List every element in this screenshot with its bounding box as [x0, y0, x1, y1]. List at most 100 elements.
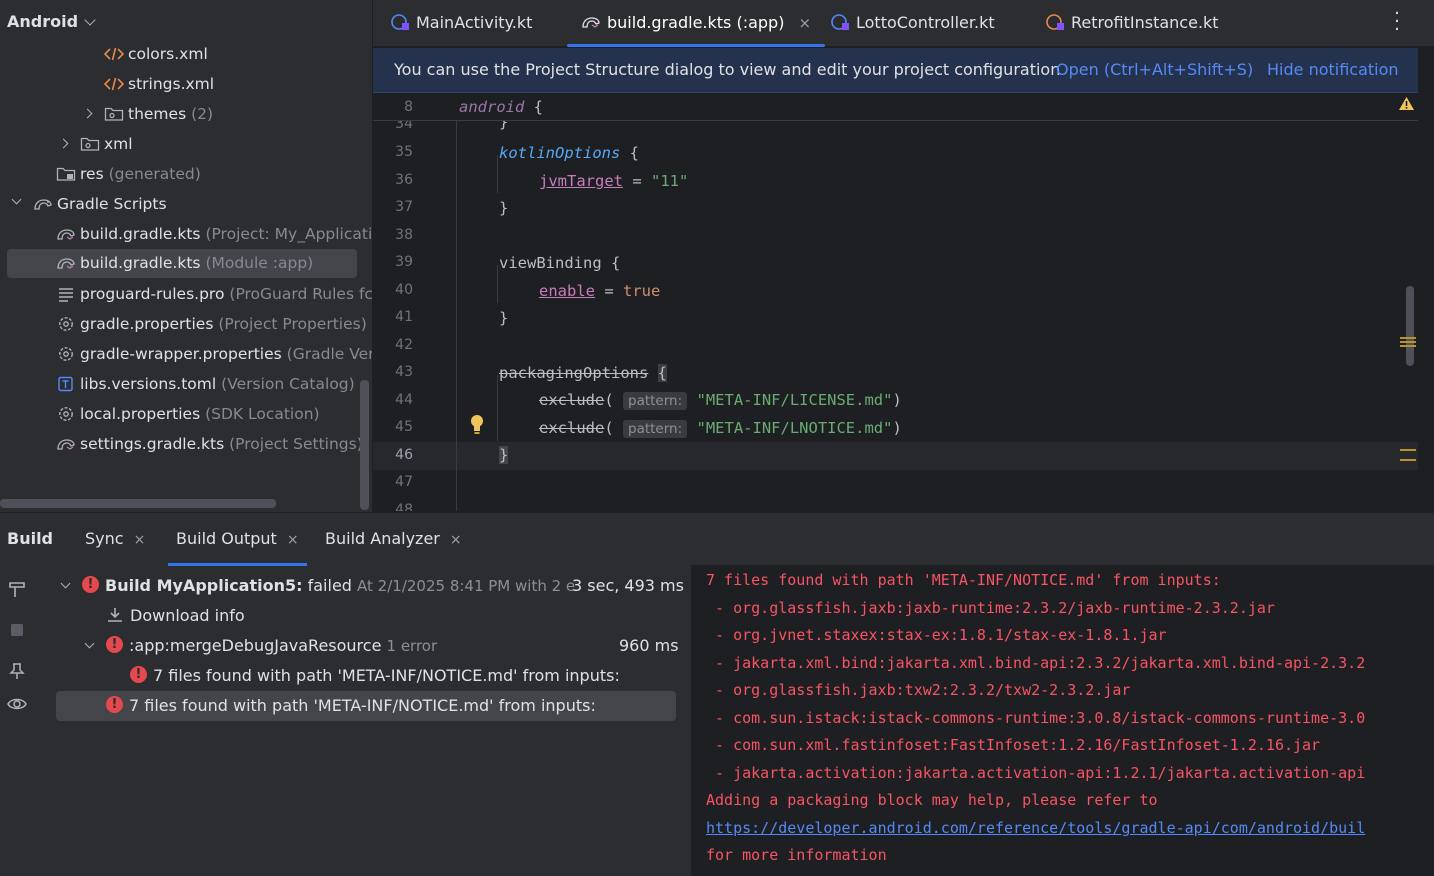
hide-notification-link[interactable]: Hide notification [1267, 48, 1399, 92]
tree-item-label: strings.xml [128, 75, 215, 93]
tab-mainactivity[interactable]: MainActivity.kt [390, 0, 532, 47]
line-number: 43 [395, 364, 413, 380]
horizontal-scrollbar[interactable] [0, 499, 276, 508]
collapse-arrow-icon[interactable] [11, 194, 22, 205]
collapse-arrow-icon[interactable] [60, 578, 71, 589]
code-string: "META-INF/LNOTICE.md" [696, 419, 893, 437]
tree-item-build-gradle-project[interactable]: build.gradle.kts (Project: My_Applicati [56, 221, 372, 247]
tree-item-gradle-properties[interactable]: gradle.properties (Project Properties) [56, 311, 367, 337]
tab-build-analyzer[interactable]: Build Analyzer × [325, 513, 462, 566]
tab-lottocontroller[interactable]: LottoController.kt [830, 0, 995, 47]
build-root-label: Build MyApplication5: [105, 576, 303, 595]
error-icon: ! [130, 666, 147, 683]
folder-icon [80, 137, 100, 151]
editor-tab-bar: MainActivity.kt build.gradle.kts (:app) ×… [373, 0, 1434, 47]
sticky-code-line: android { [459, 98, 543, 116]
error-icon: ! [106, 636, 123, 653]
download-info-label: Download info [130, 606, 245, 625]
tree-item-local-properties[interactable]: local.properties (SDK Location) [56, 401, 320, 427]
code-line-36: jvmTarget = "11" [539, 172, 689, 190]
tree-item-settings-gradle[interactable]: settings.gradle.kts (Project Settings) [56, 431, 363, 457]
download-info-row[interactable]: Download info [106, 601, 245, 631]
tab-build-gradle-app[interactable]: build.gradle.kts (:app) × [567, 0, 826, 47]
gradle-icon [57, 438, 75, 450]
output-line: - org.jvnet.staxex:stax-ex:1.8.1/stax-ex… [706, 626, 1167, 644]
tree-item-res-generated[interactable]: res (generated) [56, 161, 201, 187]
warning-icon[interactable] [1398, 96, 1415, 111]
error-row-selected[interactable]: ! 7 files found with path 'META-INF/NOTIC… [56, 691, 676, 721]
open-project-structure-link[interactable]: Open (Ctrl+Alt+Shift+S) [1056, 48, 1253, 92]
sticky-scope-header[interactable]: 8 android { [373, 93, 1418, 121]
tree-item-proguard-rules[interactable]: proguard-rules.pro (ProGuard Rules fc [56, 281, 372, 307]
task-duration: 960 ms [619, 636, 679, 655]
line-number: 41 [395, 309, 413, 325]
build-side-toolbar [0, 565, 34, 876]
more-tabs-icon[interactable]: · · · [1394, 5, 1400, 39]
close-icon[interactable]: × [798, 14, 811, 32]
warning-marker[interactable] [1400, 345, 1416, 347]
kotlin-class-icon [1046, 13, 1064, 30]
project-view-label: Android [7, 12, 79, 31]
project-view-selector[interactable]: Android [7, 12, 96, 31]
warning-marker[interactable] [1400, 341, 1416, 343]
stop-icon[interactable] [7, 620, 27, 640]
warning-marker[interactable] [1400, 337, 1416, 339]
code-editor[interactable]: 34 35 36 37 38 39 40 41 42 43 44 45 46 4… [373, 93, 1418, 511]
xml-file-icon [104, 77, 124, 90]
code-function: kotlinOptions [499, 144, 621, 162]
tab-retrofitinstance[interactable]: RetrofitInstance.kt [1045, 0, 1219, 47]
hammer-icon[interactable] [7, 579, 27, 599]
warning-marker[interactable] [1400, 449, 1416, 451]
tree-item-xml-folder[interactable]: xml [80, 131, 133, 157]
notification-message: You can use the Project Structure dialog… [394, 60, 1061, 79]
tree-item-colors-xml[interactable]: colors.xml [104, 41, 208, 67]
build-root-row[interactable]: ! Build MyApplication5: failed At 2/1/202… [82, 571, 575, 601]
line-number-gutter: 34 35 36 37 38 39 40 41 42 43 44 45 46 4… [373, 93, 457, 511]
indent-guide [497, 155, 498, 193]
tree-item-label: proguard-rules.pro [80, 285, 225, 303]
close-icon[interactable]: × [287, 532, 299, 548]
tab-sync[interactable]: Sync × [85, 513, 145, 566]
warning-marker[interactable] [1400, 459, 1416, 461]
tree-item-gradle-scripts[interactable]: Gradle Scripts [33, 191, 167, 217]
line-number: 44 [395, 392, 413, 408]
gradle-icon [34, 198, 52, 210]
code-brace: { [533, 98, 544, 116]
eye-icon[interactable] [7, 694, 27, 714]
task-label: :app:mergeDebugJavaResource [129, 636, 382, 655]
close-icon[interactable]: × [450, 532, 462, 548]
tree-item-libs-versions-toml[interactable]: libs.versions.toml (Version Catalog) [56, 371, 355, 397]
code-brace: } [499, 309, 509, 327]
lightbulb-icon[interactable] [469, 413, 485, 435]
error-row[interactable]: ! 7 files found with path 'META-INF/NOTIC… [130, 661, 620, 691]
expand-arrow-icon[interactable] [82, 108, 93, 119]
code-string: "11" [651, 172, 689, 190]
vertical-scrollbar[interactable] [360, 380, 369, 510]
tab-label: Build Analyzer [325, 529, 440, 548]
code-deprecated-function: exclude [539, 419, 605, 437]
close-icon[interactable]: × [134, 532, 146, 548]
output-line: - com.sun.istack:istack-commons-runtime:… [706, 709, 1366, 727]
output-link[interactable]: https://developer.android.com/reference/… [706, 819, 1365, 837]
pin-icon[interactable] [7, 661, 27, 681]
tree-item-build-gradle-module[interactable]: build.gradle.kts (Module :app) [7, 249, 357, 278]
tree-item-secondary: (Project Properties) [218, 315, 367, 333]
build-detail: At 2/1/2025 8:41 PM with 2 e [357, 577, 576, 595]
tree-item-secondary: (2) [191, 105, 214, 123]
expand-arrow-icon[interactable] [58, 138, 69, 149]
tree-item-label: gradle-wrapper.properties [80, 345, 282, 363]
code-line-44: exclude( pattern: "META-INF/LICENSE.md") [539, 391, 902, 410]
task-row[interactable]: !:app:mergeDebugJavaResource 1 error [106, 631, 437, 661]
code-deprecated-function: packagingOptions [499, 364, 649, 382]
tab-build-output[interactable]: Build Output × [168, 513, 307, 566]
build-output-console[interactable]: 7 files found with path 'META-INF/NOTICE… [691, 565, 1434, 876]
tree-item-gradle-wrapper-properties[interactable]: gradle-wrapper.properties (Gradle Ver [56, 341, 372, 367]
tree-item-strings-xml[interactable]: strings.xml [104, 71, 214, 97]
collapse-arrow-icon[interactable] [84, 638, 95, 649]
code-line-39: viewBinding { [499, 254, 621, 272]
output-line: 7 files found with path 'META-INF/NOTICE… [706, 571, 1221, 589]
tree-item-themes[interactable]: themes (2) [104, 101, 213, 127]
editor-scrollbar[interactable] [1406, 286, 1414, 366]
line-number: 42 [395, 337, 413, 353]
gear-icon [59, 346, 73, 361]
